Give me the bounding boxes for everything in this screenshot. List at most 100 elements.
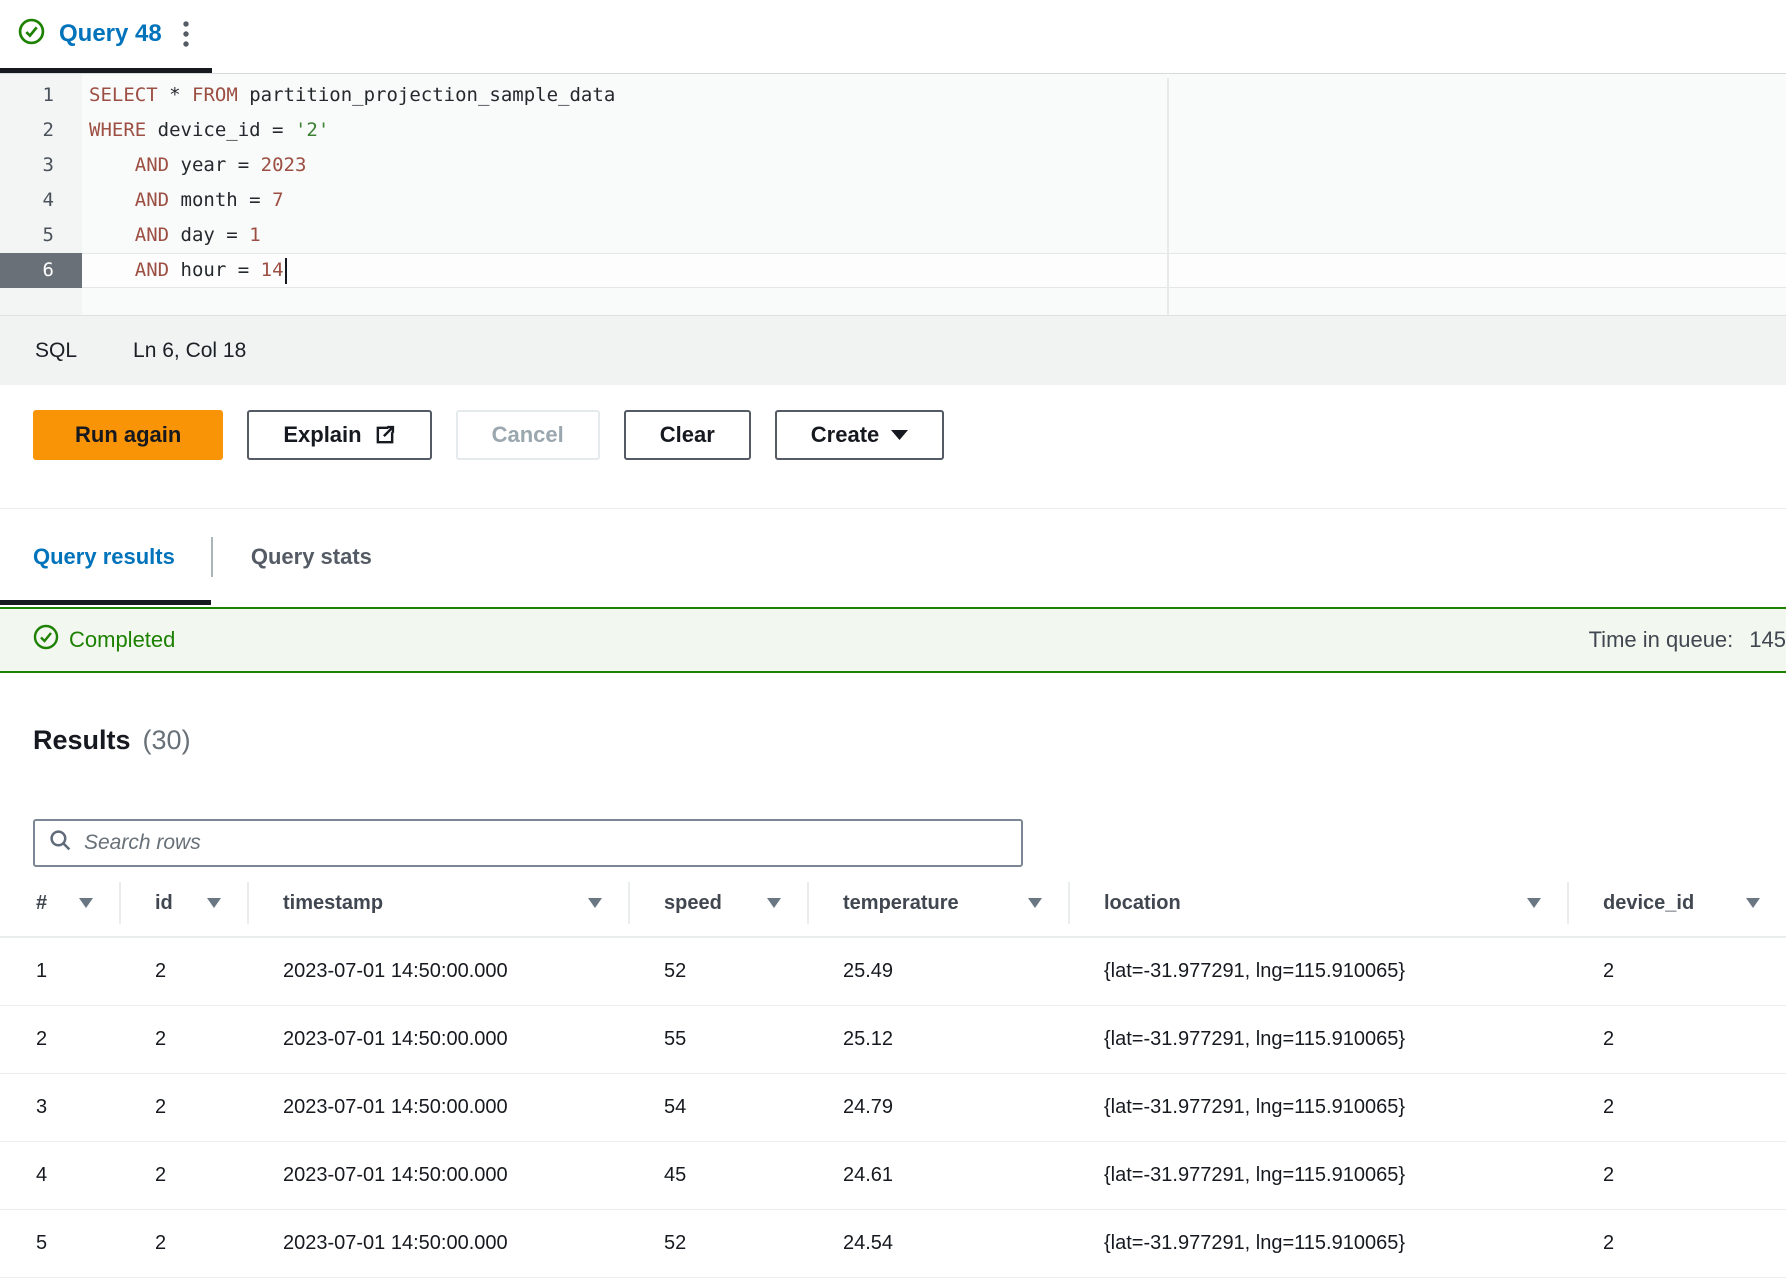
cancel-label: Cancel	[492, 422, 564, 448]
editor-line-3[interactable]: 3 AND year = 2023	[0, 148, 1786, 183]
column-header-location[interactable]: location	[1068, 870, 1567, 936]
table-cell: {lat=-31.977291, lng=115.910065}	[1068, 1210, 1567, 1277]
table-cell: 25.12	[807, 1006, 1068, 1073]
tab-query-stats[interactable]: Query stats	[213, 509, 410, 605]
tab-query-results[interactable]: Query results	[0, 509, 211, 605]
code-text: AND year = 2023	[82, 148, 1786, 183]
create-button[interactable]: Create	[775, 410, 944, 460]
table-cell: 24.79	[807, 1074, 1068, 1141]
results-heading: Results (30)	[33, 725, 1786, 756]
table-cell: 2	[119, 1210, 247, 1277]
column-header-speed[interactable]: speed	[628, 870, 807, 936]
column-label: speed	[664, 892, 722, 915]
column-label: timestamp	[283, 892, 383, 915]
completed-check-icon	[33, 624, 59, 656]
editor-line-2[interactable]: 2WHERE device_id = '2'	[0, 113, 1786, 148]
query-tab[interactable]: Query 48	[0, 0, 212, 73]
table-cell: 24.61	[807, 1142, 1068, 1209]
search-rows-input[interactable]	[84, 831, 1007, 855]
sort-icon[interactable]	[206, 892, 222, 915]
table-cell: 2	[119, 1142, 247, 1209]
column-header-id[interactable]: id	[119, 870, 247, 936]
search-icon	[49, 829, 72, 857]
cursor-position-label: Ln 6, Col 18	[133, 339, 246, 363]
table-cell: 52	[628, 938, 807, 1005]
time-in-queue-label: Time in queue:	[1589, 627, 1734, 653]
query-tab-title: Query 48	[59, 20, 162, 48]
line-number: 4	[0, 183, 82, 218]
editor-line-1[interactable]: 1SELECT * FROM partition_projection_samp…	[0, 78, 1786, 113]
table-cell: 5	[0, 1210, 119, 1277]
sort-icon[interactable]	[587, 892, 603, 915]
code-text: AND hour = 14	[82, 253, 1786, 288]
time-in-queue: Time in queue: 145	[1589, 627, 1786, 653]
table-row: 522023-07-01 14:50:00.0005224.54{lat=-31…	[0, 1210, 1786, 1278]
action-buttons: Run again Explain Cancel Clear Create	[0, 410, 1786, 460]
column-header-temperature[interactable]: temperature	[807, 870, 1068, 936]
editor-language-label: SQL	[35, 339, 77, 363]
table-cell: 2	[1567, 1210, 1786, 1277]
line-number: 5	[0, 218, 82, 253]
table-cell: {lat=-31.977291, lng=115.910065}	[1068, 1142, 1567, 1209]
table-cell: 2	[1567, 1142, 1786, 1209]
table-cell: 2	[0, 1006, 119, 1073]
table-cell: 52	[628, 1210, 807, 1277]
editor-line-6[interactable]: 6 AND hour = 14	[0, 253, 1786, 288]
column-label: temperature	[843, 892, 959, 915]
table-cell: 2023-07-01 14:50:00.000	[247, 1142, 628, 1209]
explain-label: Explain	[283, 422, 361, 448]
text-cursor	[285, 258, 287, 284]
clear-label: Clear	[660, 422, 715, 448]
editor-lines: 1SELECT * FROM partition_projection_samp…	[0, 74, 1786, 288]
run-again-label: Run again	[75, 422, 181, 448]
cancel-button[interactable]: Cancel	[456, 410, 600, 460]
tab-query-stats-label: Query stats	[251, 544, 372, 570]
column-label: device_id	[1603, 892, 1694, 915]
results-count: (30)	[143, 725, 191, 756]
table-cell: 1	[0, 938, 119, 1005]
column-header-timestamp[interactable]: timestamp	[247, 870, 628, 936]
tab-query-results-label: Query results	[33, 544, 175, 570]
query-tab-bar: Query 48	[0, 0, 1786, 74]
line-number: 1	[0, 78, 82, 113]
sort-icon[interactable]	[1745, 892, 1761, 915]
table-cell: 55	[628, 1006, 807, 1073]
table-cell: 3	[0, 1074, 119, 1141]
sort-icon[interactable]	[78, 892, 94, 915]
results-table-header: # id timestamp speed temperature location devi…	[0, 870, 1786, 938]
search-rows-box	[33, 819, 1023, 867]
table-cell: 2	[119, 1074, 247, 1141]
create-label: Create	[811, 422, 879, 448]
table-cell: 45	[628, 1142, 807, 1209]
sort-icon[interactable]	[1027, 892, 1043, 915]
table-cell: {lat=-31.977291, lng=115.910065}	[1068, 1006, 1567, 1073]
editor-line-4[interactable]: 4 AND month = 7	[0, 183, 1786, 218]
query-tab-menu-button[interactable]	[176, 15, 196, 53]
column-header-row-number[interactable]: #	[0, 870, 119, 936]
sql-editor[interactable]: 1SELECT * FROM partition_projection_samp…	[0, 74, 1786, 315]
results-tab-bar: Query results Query stats	[0, 508, 1786, 605]
code-text: AND month = 7	[82, 183, 1786, 218]
table-cell: 2023-07-01 14:50:00.000	[247, 1210, 628, 1277]
explain-button[interactable]: Explain	[247, 410, 431, 460]
column-label: #	[36, 892, 47, 915]
editor-print-margin	[1167, 78, 1169, 315]
code-text: WHERE device_id = '2'	[82, 113, 1786, 148]
table-cell: {lat=-31.977291, lng=115.910065}	[1068, 938, 1567, 1005]
table-cell: 2	[119, 938, 247, 1005]
results-table-body: 122023-07-01 14:50:00.0005225.49{lat=-31…	[0, 938, 1786, 1278]
clear-button[interactable]: Clear	[624, 410, 751, 460]
code-text: AND day = 1	[82, 218, 1786, 253]
column-header-device_id[interactable]: device_id	[1567, 870, 1786, 936]
chevron-down-icon	[891, 430, 908, 440]
sort-icon[interactable]	[1526, 892, 1542, 915]
external-link-icon	[374, 424, 396, 446]
table-cell: 2	[1567, 1006, 1786, 1073]
table-cell: 24.54	[807, 1210, 1068, 1277]
code-text: SELECT * FROM partition_projection_sampl…	[82, 78, 1786, 113]
editor-line-5[interactable]: 5 AND day = 1	[0, 218, 1786, 253]
sort-icon[interactable]	[766, 892, 782, 915]
run-again-button[interactable]: Run again	[33, 410, 223, 460]
status-completed-label: Completed	[69, 627, 175, 653]
table-row: 422023-07-01 14:50:00.0004524.61{lat=-31…	[0, 1142, 1786, 1210]
